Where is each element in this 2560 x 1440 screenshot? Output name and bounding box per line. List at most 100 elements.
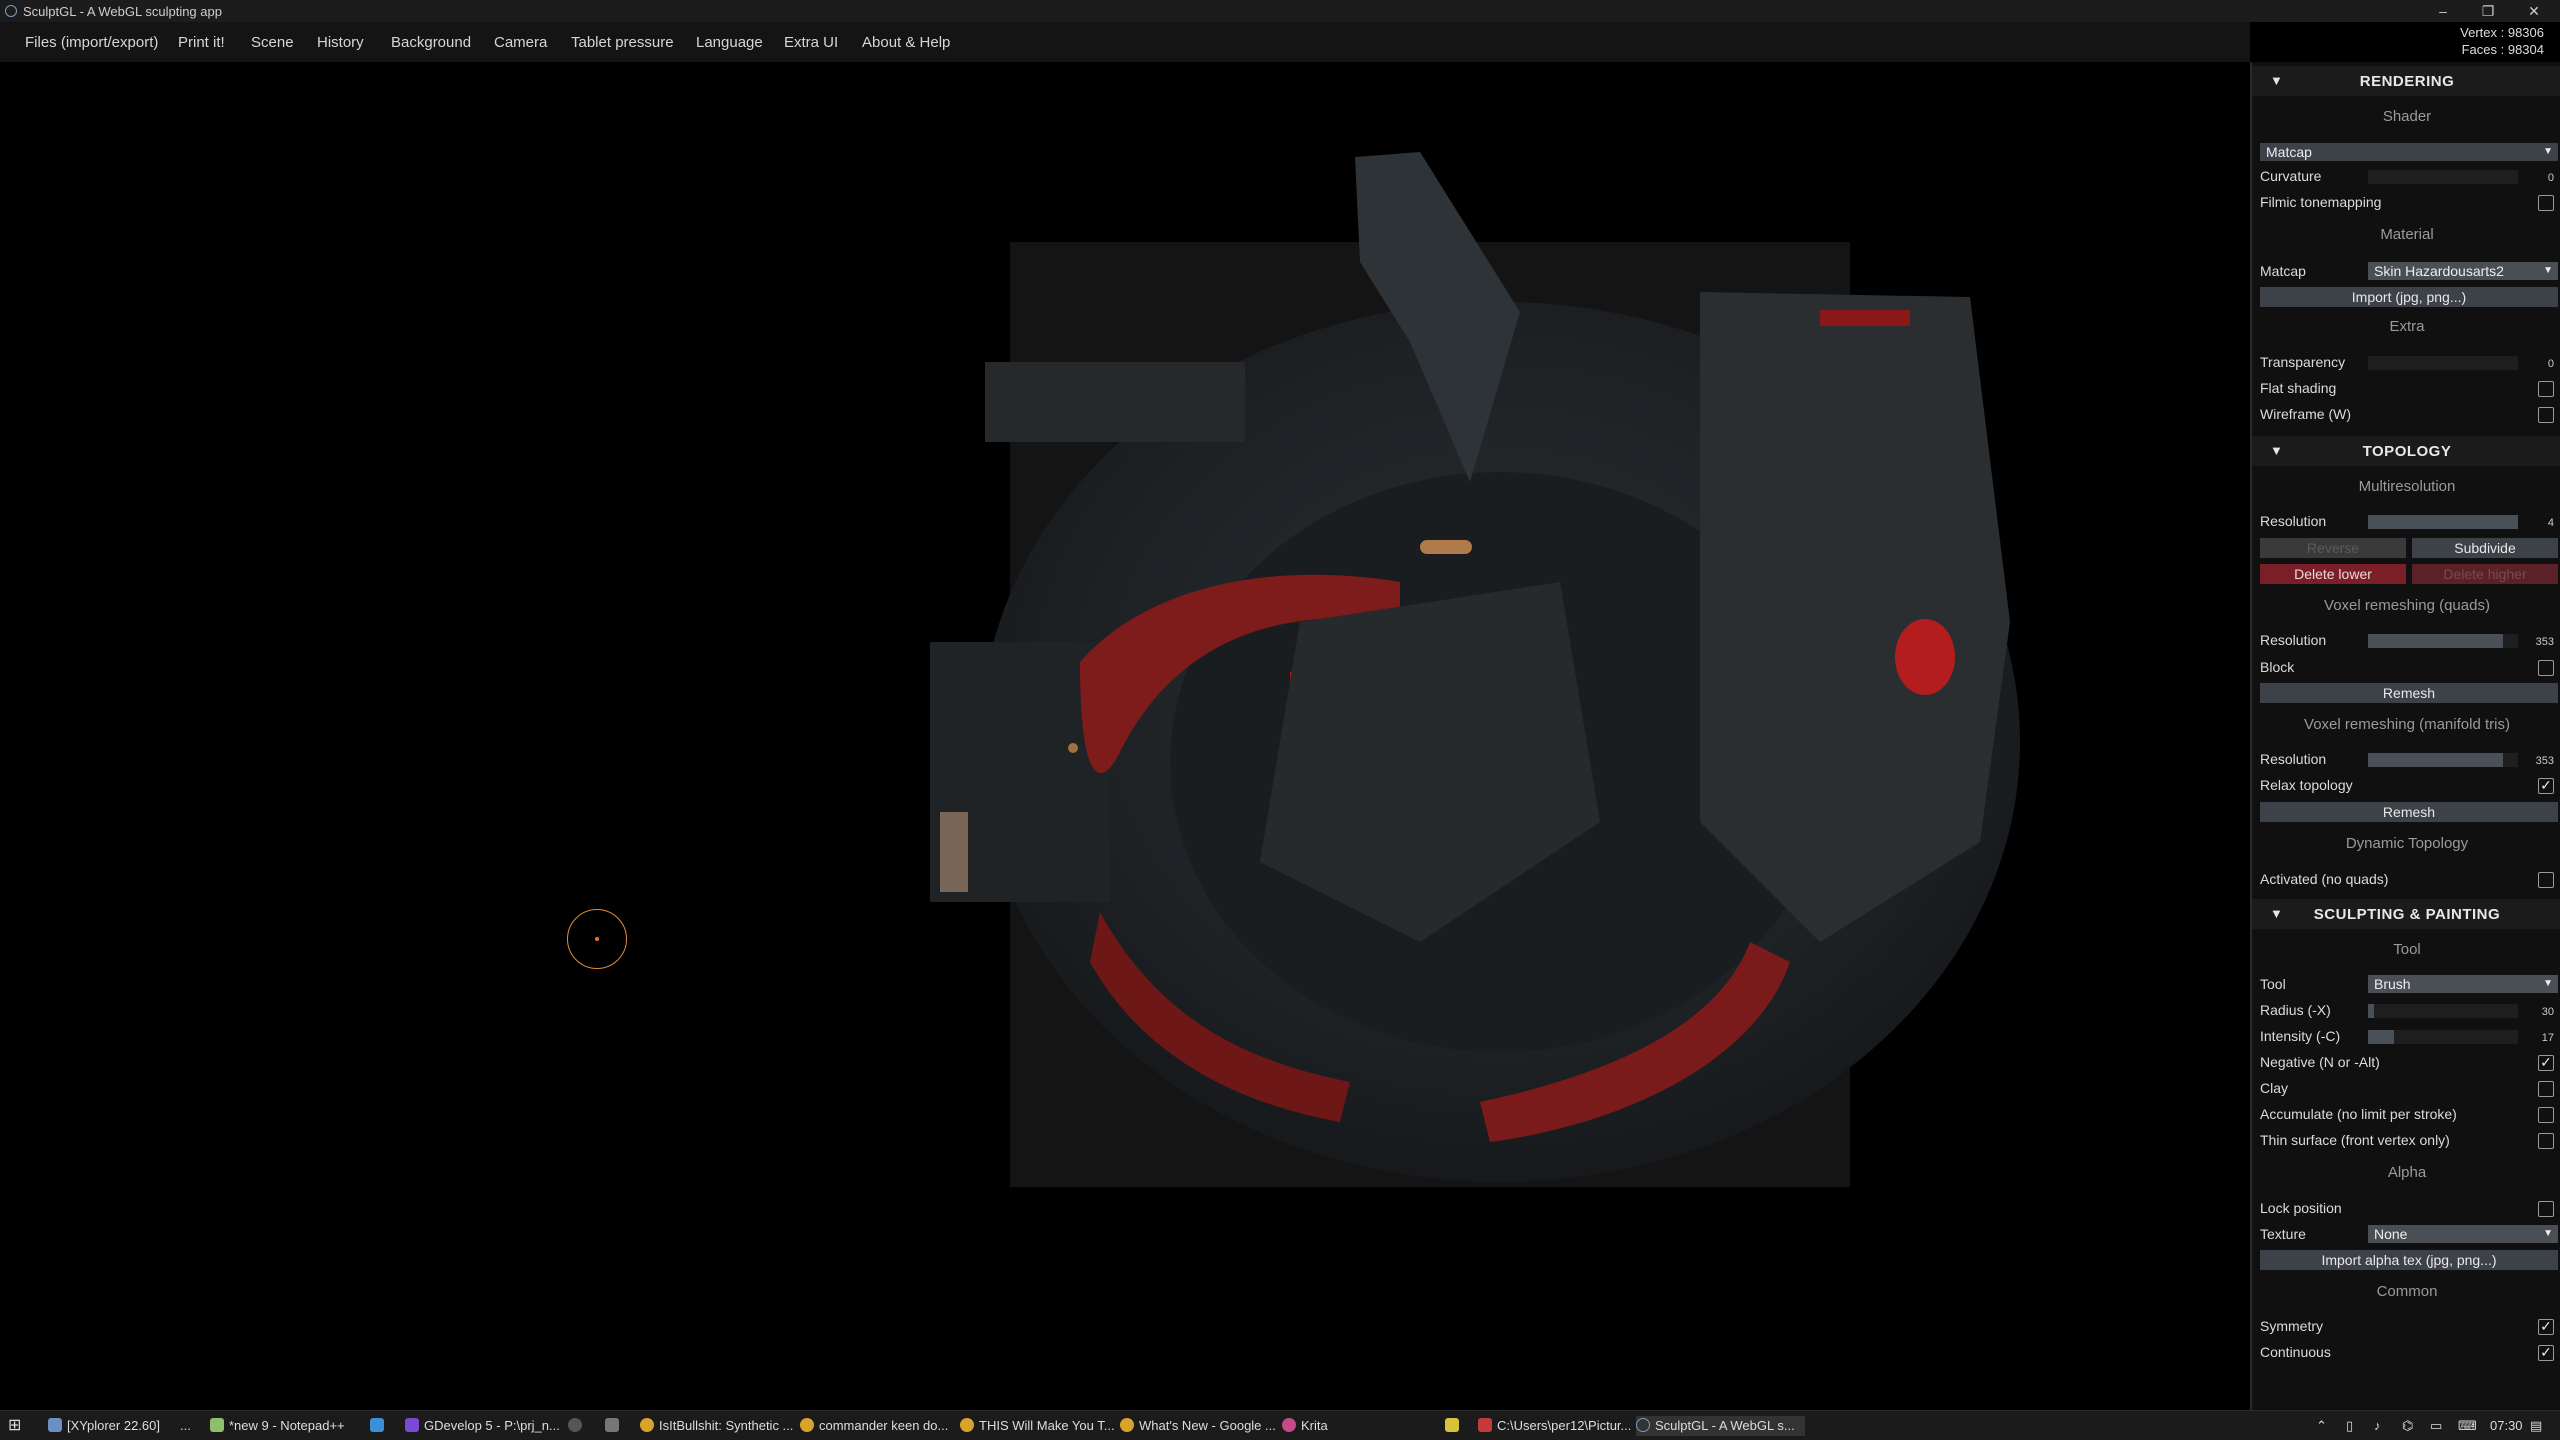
curvature-slider[interactable]: [2368, 170, 2518, 184]
import-alpha-button[interactable]: Import alpha tex (jpg, png...): [2260, 1250, 2558, 1270]
dropdown-arrow-icon: ▼: [2543, 265, 2553, 276]
minimize-button[interactable]: –: [2433, 1, 2453, 21]
menu-scene[interactable]: Scene: [251, 34, 294, 51]
activated-label: Activated (no quads): [2260, 871, 2389, 887]
mesh-right-figure: [1700, 292, 2010, 942]
clay-checkbox[interactable]: [2538, 1081, 2554, 1097]
menu-camera[interactable]: Camera: [494, 34, 547, 51]
topology-header-label: TOPOLOGY: [2362, 443, 2452, 460]
maximize-button[interactable]: ❐: [2478, 1, 2498, 21]
shader-select-value: Matcap: [2266, 144, 2312, 160]
task-label: C:\Users\per12\Pictur...: [1497, 1418, 1632, 1433]
rendering-section-header[interactable]: ▼ RENDERING: [2252, 66, 2560, 96]
remesh-tris-button[interactable]: Remesh: [2260, 802, 2558, 822]
brush-cursor-ring: [567, 909, 627, 969]
transparency-slider[interactable]: [2368, 356, 2518, 370]
symmetry-checkbox[interactable]: ✓: [2538, 1319, 2554, 1335]
menu-extra-ui[interactable]: Extra UI: [784, 34, 838, 51]
continuous-checkbox[interactable]: ✓: [2538, 1345, 2554, 1361]
task-overflow[interactable]: ...: [180, 1416, 191, 1436]
radius-slider[interactable]: [2368, 1004, 2518, 1018]
clay-label: Clay: [2260, 1080, 2289, 1096]
relax-topology-checkbox[interactable]: ✓: [2538, 778, 2554, 794]
voxel-tris-resolution-slider[interactable]: [2368, 753, 2518, 767]
tray-chevron-icon[interactable]: ⌃: [2316, 1416, 2327, 1436]
menu-history[interactable]: History: [317, 34, 364, 51]
accumulate-checkbox[interactable]: [2538, 1107, 2554, 1123]
texture-select[interactable]: None ▼: [2368, 1225, 2558, 1243]
dropdown-arrow-icon: ▼: [2543, 1228, 2553, 1239]
close-button[interactable]: ✕: [2524, 1, 2544, 21]
menu-files[interactable]: Files (import/export): [25, 34, 158, 51]
task-label: SculptGL - A WebGL s...: [1655, 1418, 1795, 1433]
task-chrome-keen[interactable]: commander keen do...: [800, 1416, 948, 1436]
tool-select-value: Brush: [2374, 976, 2411, 992]
block-label: Block: [2260, 659, 2295, 675]
task-calculator[interactable]: [605, 1416, 624, 1436]
flat-shading-checkbox[interactable]: [2538, 381, 2554, 397]
menu-language[interactable]: Language: [696, 34, 763, 51]
intensity-value: 17: [2541, 1032, 2554, 1044]
task-notepadpp[interactable]: *new 9 - Notepad++: [210, 1416, 345, 1436]
start-windows-icon[interactable]: ⊞: [8, 1416, 21, 1436]
sculpting-section-header[interactable]: ▼ SCULPTING & PAINTING: [2252, 899, 2560, 929]
sculpt-viewport[interactable]: [0, 62, 2250, 1410]
image-viewer-icon: [1478, 1418, 1492, 1432]
intensity-slider[interactable]: [2368, 1030, 2518, 1044]
delete-lower-button[interactable]: Delete lower: [2260, 564, 2406, 584]
subdivide-button[interactable]: Subdivide: [2412, 538, 2558, 558]
import-matcap-button[interactable]: Import (jpg, png...): [2260, 287, 2558, 307]
matcap-select[interactable]: Skin Hazardousarts2 ▼: [2368, 262, 2558, 280]
menu-print[interactable]: Print it!: [178, 34, 225, 51]
topology-section-header[interactable]: ▼ TOPOLOGY: [2252, 436, 2560, 466]
task-chrome-isitbullshit[interactable]: IsItBullshit: Synthetic ...: [640, 1416, 793, 1436]
task-obs[interactable]: [568, 1416, 587, 1436]
reverse-button[interactable]: Reverse: [2260, 538, 2406, 558]
tool-title: Tool: [2393, 941, 2421, 958]
task-gdevelop[interactable]: GDevelop 5 - P:\prj_n...: [405, 1416, 560, 1436]
tray-battery-icon[interactable]: ▭: [2430, 1416, 2442, 1436]
block-checkbox[interactable]: [2538, 660, 2554, 676]
radius-label: Radius (-X): [2260, 1002, 2331, 1018]
multires-resolution-value: 4: [2547, 517, 2554, 529]
lock-position-checkbox[interactable]: [2538, 1201, 2554, 1217]
thin-surface-checkbox[interactable]: [2538, 1133, 2554, 1149]
tool-select[interactable]: Brush ▼: [2368, 975, 2558, 993]
voxel-quads-resolution-label: Resolution: [2260, 632, 2327, 648]
shader-title: Shader: [2382, 108, 2432, 125]
shader-select[interactable]: Matcap ▼: [2260, 143, 2558, 161]
tray-volume-icon[interactable]: ♪: [2374, 1416, 2381, 1436]
task-sticky[interactable]: [1445, 1416, 1464, 1436]
obs-icon: [568, 1418, 582, 1432]
notifications-icon[interactable]: ▤: [2530, 1416, 2542, 1436]
task-chrome-this-will[interactable]: THIS Will Make You T...: [960, 1416, 1115, 1436]
task-chrome-whats-new[interactable]: What's New - Google ...: [1120, 1416, 1276, 1436]
transparency-value: 0: [2547, 358, 2554, 370]
task-sculptgl[interactable]: SculptGL - A WebGL s...: [1636, 1416, 1805, 1436]
multires-resolution-slider[interactable]: [2368, 515, 2518, 529]
task-pictures-folder[interactable]: C:\Users\per12\Pictur...: [1478, 1416, 1631, 1436]
vertex-count: Vertex : 98306: [2460, 25, 2544, 40]
tray-language-icon[interactable]: ⌨: [2458, 1416, 2477, 1436]
negative-checkbox[interactable]: ✓: [2538, 1055, 2554, 1071]
filmic-checkbox[interactable]: [2538, 195, 2554, 211]
wireframe-checkbox[interactable]: [2538, 407, 2554, 423]
dynamic-topology-title: Dynamic Topology: [2345, 835, 2469, 852]
menu-background[interactable]: Background: [391, 34, 471, 51]
tray-usb-icon[interactable]: ▯: [2346, 1416, 2353, 1436]
delete-higher-button[interactable]: Delete higher: [2412, 564, 2558, 584]
krita-icon: [1282, 1418, 1296, 1432]
task-krita[interactable]: Krita: [1282, 1416, 1328, 1436]
taskbar-clock[interactable]: 07:30: [2490, 1416, 2523, 1436]
activated-checkbox[interactable]: [2538, 872, 2554, 888]
folder-icon: [48, 1418, 62, 1432]
menu-about-help[interactable]: About & Help: [862, 34, 950, 51]
voxel-quads-resolution-slider[interactable]: [2368, 634, 2518, 648]
menu-tablet-pressure[interactable]: Tablet pressure: [571, 34, 674, 51]
task-xyplorer[interactable]: [XYplorer 22.60]: [48, 1416, 160, 1436]
slider-fill: [2368, 634, 2503, 648]
task-vscode[interactable]: [370, 1416, 389, 1436]
tray-network-icon[interactable]: ⌬: [2402, 1416, 2413, 1436]
remesh-quads-button[interactable]: Remesh: [2260, 683, 2558, 703]
dropdown-arrow-icon: ▼: [2543, 978, 2553, 989]
